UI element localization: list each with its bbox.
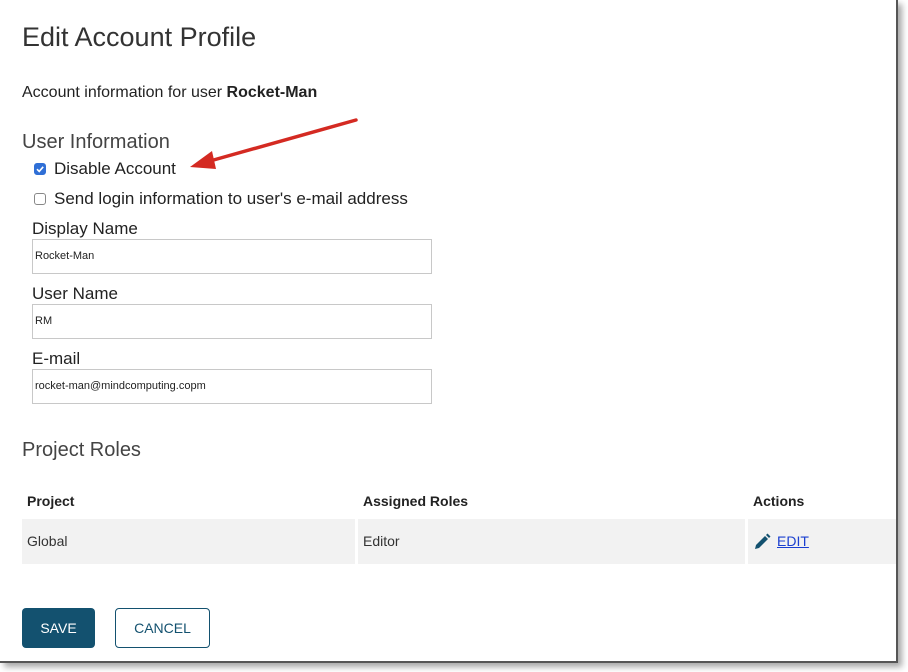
table-cell-project: Global <box>22 519 355 564</box>
edit-role-link[interactable]: EDIT <box>777 533 809 549</box>
account-info-prefix: Account information for user <box>22 84 227 101</box>
account-info-text: Account information for user Rocket-Man <box>22 84 317 102</box>
send-login-row[interactable]: Send login information to user's e-mail … <box>34 189 408 209</box>
send-login-label: Send login information to user's e-mail … <box>54 189 408 208</box>
email-field[interactable]: rocket-man@mindcomputing.copm <box>32 369 432 404</box>
display-name-field[interactable]: Rocket-Man <box>32 239 432 274</box>
project-roles-heading: Project Roles <box>22 439 141 461</box>
column-header-project: Project <box>27 493 75 509</box>
disable-account-row[interactable]: Disable Account <box>34 159 176 179</box>
page-title: Edit Account Profile <box>22 22 257 52</box>
disable-account-checkbox[interactable] <box>34 163 46 175</box>
user-name-label: User Name <box>32 284 118 303</box>
disable-account-label: Disable Account <box>54 159 176 178</box>
user-info-heading: User Information <box>22 131 170 153</box>
user-name-field[interactable]: RM <box>32 304 432 339</box>
checkmark-icon <box>36 166 44 173</box>
account-username: Rocket-Man <box>226 84 318 101</box>
red-arrow-annotation <box>190 118 358 169</box>
edit-profile-window: Edit Account Profile Account information… <box>0 0 898 663</box>
email-label: E-mail <box>32 349 81 368</box>
save-button[interactable]: SAVE <box>22 608 95 648</box>
column-header-assigned-roles: Assigned Roles <box>363 493 469 509</box>
send-login-checkbox[interactable] <box>34 193 46 205</box>
table-cell-roles: Editor <box>358 519 745 564</box>
table-cell-actions: EDIT <box>748 519 896 564</box>
pencil-icon[interactable] <box>753 533 771 551</box>
column-header-actions: Actions <box>753 493 805 509</box>
display-name-label: Display Name <box>32 219 138 238</box>
cancel-button[interactable]: CANCEL <box>115 608 210 648</box>
